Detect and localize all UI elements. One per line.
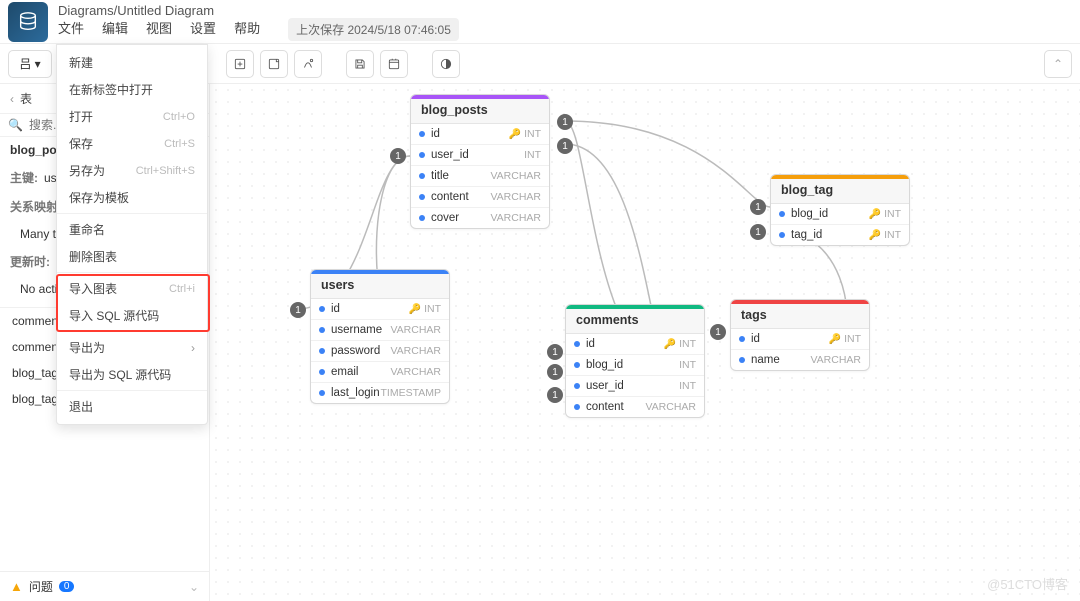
cardinality-badge: 1 [547, 387, 563, 403]
topbar: Diagrams/Untitled Diagram 文件 编辑 视图 设置 帮助… [0, 0, 1080, 44]
entity-field[interactable]: emailVARCHAR [311, 361, 449, 382]
entity-field[interactable]: user_idINT [411, 144, 549, 165]
canvas[interactable]: blog_posts id🔑INTuser_idINTtitleVARCHARc… [210, 84, 1080, 601]
warning-icon: ▲ [10, 579, 23, 594]
file-dropdown: 新建在新标签中打开打开Ctrl+O保存Ctrl+S另存为Ctrl+Shift+S… [56, 44, 208, 425]
menu-file[interactable]: 文件 [58, 18, 84, 41]
entity-field[interactable]: titleVARCHAR [411, 165, 549, 186]
menu-item[interactable]: 新建 [57, 49, 207, 76]
menu-item[interactable]: 打开Ctrl+O [57, 103, 207, 130]
search-icon: 🔍 [8, 118, 23, 132]
entity-field[interactable]: passwordVARCHAR [311, 340, 449, 361]
entity-field[interactable]: usernameVARCHAR [311, 319, 449, 340]
toolbar: 吕 ▾ ▸ ⌃ 新建在新标签中打开打开Ctrl+O保存Ctrl+S另存为Ctrl… [0, 44, 1080, 84]
entity-blog-tag[interactable]: blog_tag blog_id🔑INTtag_id🔑INT [770, 174, 910, 246]
menu-view[interactable]: 视图 [146, 18, 172, 41]
key-icon: 🔑 [869, 209, 881, 220]
collapse-panel-button[interactable]: ⌃ [1044, 50, 1072, 78]
save-button[interactable] [346, 50, 374, 78]
theme-toggle[interactable] [432, 50, 460, 78]
entity-users[interactable]: users id🔑INTusernameVARCHARpasswordVARCH… [310, 269, 450, 404]
add-table-button[interactable] [226, 50, 254, 78]
issues-count: 0 [59, 581, 75, 592]
entity-title: blog_tag [771, 175, 909, 204]
entity-title: tags [731, 300, 869, 329]
entity-comments[interactable]: comments id🔑INTblog_idINTuser_idINTconte… [565, 304, 705, 418]
menu-item[interactable]: 另存为Ctrl+Shift+S [57, 157, 207, 184]
sidebar-tab-tables[interactable]: 表 [20, 90, 32, 107]
cardinality-badge: 1 [710, 324, 726, 340]
entity-title: users [311, 270, 449, 299]
database-icon [17, 11, 39, 33]
key-icon: 🔑 [829, 334, 841, 345]
entity-blog-posts[interactable]: blog_posts id🔑INTuser_idINTtitleVARCHARc… [410, 94, 550, 229]
app-logo [8, 2, 48, 42]
cardinality-badge: 1 [750, 224, 766, 240]
layout-button[interactable]: 吕 ▾ [8, 50, 52, 78]
key-icon: 🔑 [509, 129, 521, 140]
menu-settings[interactable]: 设置 [190, 18, 216, 41]
menu-item[interactable]: 导入图表Ctrl+i [57, 275, 207, 302]
watermark: @51CTO博客 [987, 574, 1068, 593]
entity-field[interactable]: blog_idINT [566, 354, 704, 375]
cardinality-badge: 1 [750, 199, 766, 215]
menu-edit[interactable]: 编辑 [102, 18, 128, 41]
key-icon: 🔑 [664, 339, 676, 350]
breadcrumb[interactable]: Diagrams/Untitled Diagram [58, 3, 459, 18]
cardinality-badge: 1 [390, 148, 406, 164]
chevron-down-icon[interactable]: ⌄ [189, 580, 199, 594]
entity-field[interactable]: id🔑INT [311, 299, 449, 319]
entity-title: comments [566, 305, 704, 334]
entity-field[interactable]: blog_id🔑INT [771, 204, 909, 224]
issues-label[interactable]: 问题 [29, 578, 53, 595]
entity-field[interactable]: id🔑INT [411, 124, 549, 144]
entity-title: blog_posts [411, 95, 549, 124]
sidebar-back[interactable]: ‹ [10, 92, 14, 106]
last-saved: 上次保存 2024/5/18 07:46:05 [288, 18, 459, 41]
entity-field[interactable]: nameVARCHAR [731, 349, 869, 370]
menu-item[interactable]: 导出为› [57, 334, 207, 361]
cardinality-badge: 1 [547, 364, 563, 380]
cardinality-badge: 1 [290, 302, 306, 318]
schedule-button[interactable] [380, 50, 408, 78]
cardinality-badge: 1 [557, 138, 573, 154]
menu-item[interactable]: 退出 [57, 393, 207, 420]
menu-item[interactable]: 重命名 [57, 216, 207, 243]
cardinality-badge: 1 [557, 114, 573, 130]
menu-item[interactable]: 保存Ctrl+S [57, 130, 207, 157]
menu-item[interactable]: 保存为模板 [57, 184, 207, 211]
key-icon: 🔑 [869, 230, 881, 241]
cardinality-badge: 1 [547, 344, 563, 360]
entity-field[interactable]: last_loginTIMESTAMP [311, 382, 449, 403]
menu-item[interactable]: 导入 SQL 源代码 [57, 302, 207, 329]
add-area-button[interactable] [294, 50, 322, 78]
menu-help[interactable]: 帮助 [234, 18, 260, 41]
menubar: 文件 编辑 视图 设置 帮助 上次保存 2024/5/18 07:46:05 [58, 18, 459, 41]
entity-field[interactable]: contentVARCHAR [411, 186, 549, 207]
add-note-button[interactable] [260, 50, 288, 78]
entity-field[interactable]: tag_id🔑INT [771, 224, 909, 245]
sidebar-footer: ▲ 问题 0 ⌄ [0, 571, 209, 601]
menu-item[interactable]: 在新标签中打开 [57, 76, 207, 103]
entity-field[interactable]: contentVARCHAR [566, 396, 704, 417]
entity-field[interactable]: id🔑INT [566, 334, 704, 354]
key-icon: 🔑 [409, 304, 421, 315]
menu-item[interactable]: 删除图表 [57, 243, 207, 270]
menu-item[interactable]: 导出为 SQL 源代码 [57, 361, 207, 388]
entity-tags[interactable]: tags id🔑INTnameVARCHAR [730, 299, 870, 371]
entity-field[interactable]: coverVARCHAR [411, 207, 549, 228]
entity-field[interactable]: user_idINT [566, 375, 704, 396]
entity-field[interactable]: id🔑INT [731, 329, 869, 349]
